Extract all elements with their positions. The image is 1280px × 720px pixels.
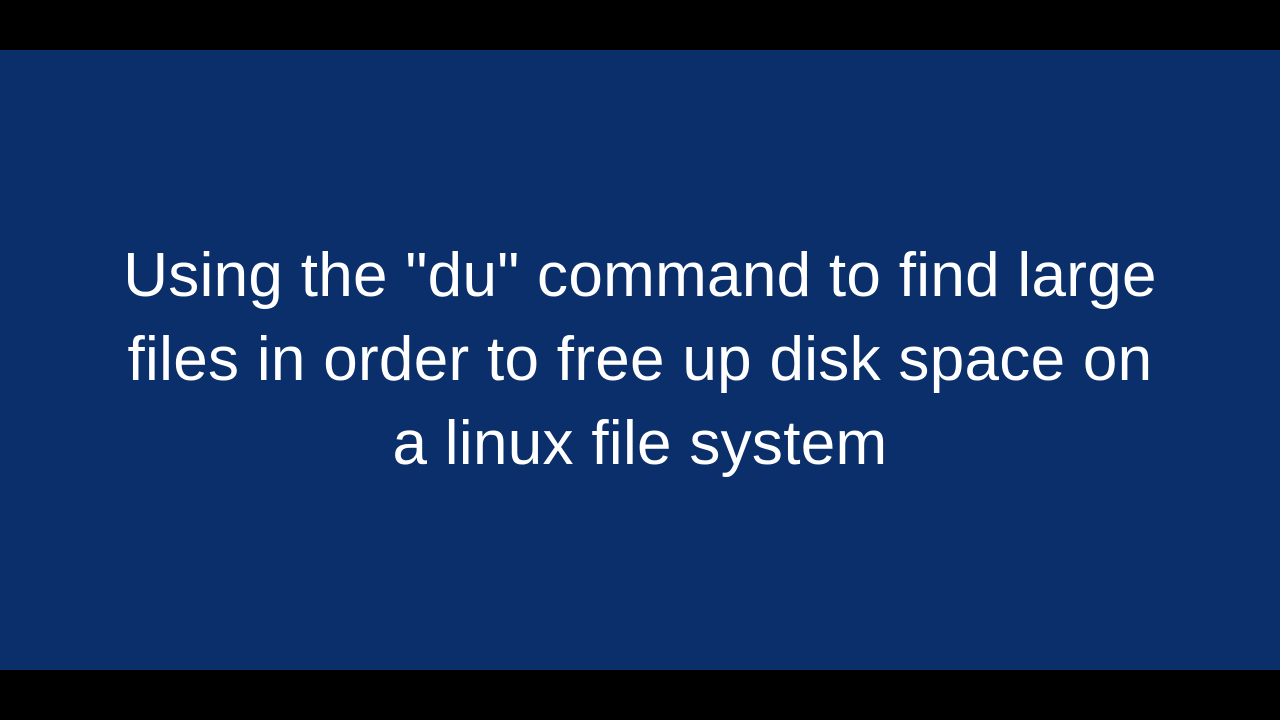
title-slide: Using the "du" command to find large fil… [0,50,1280,670]
slide-title: Using the "du" command to find large fil… [115,234,1165,485]
